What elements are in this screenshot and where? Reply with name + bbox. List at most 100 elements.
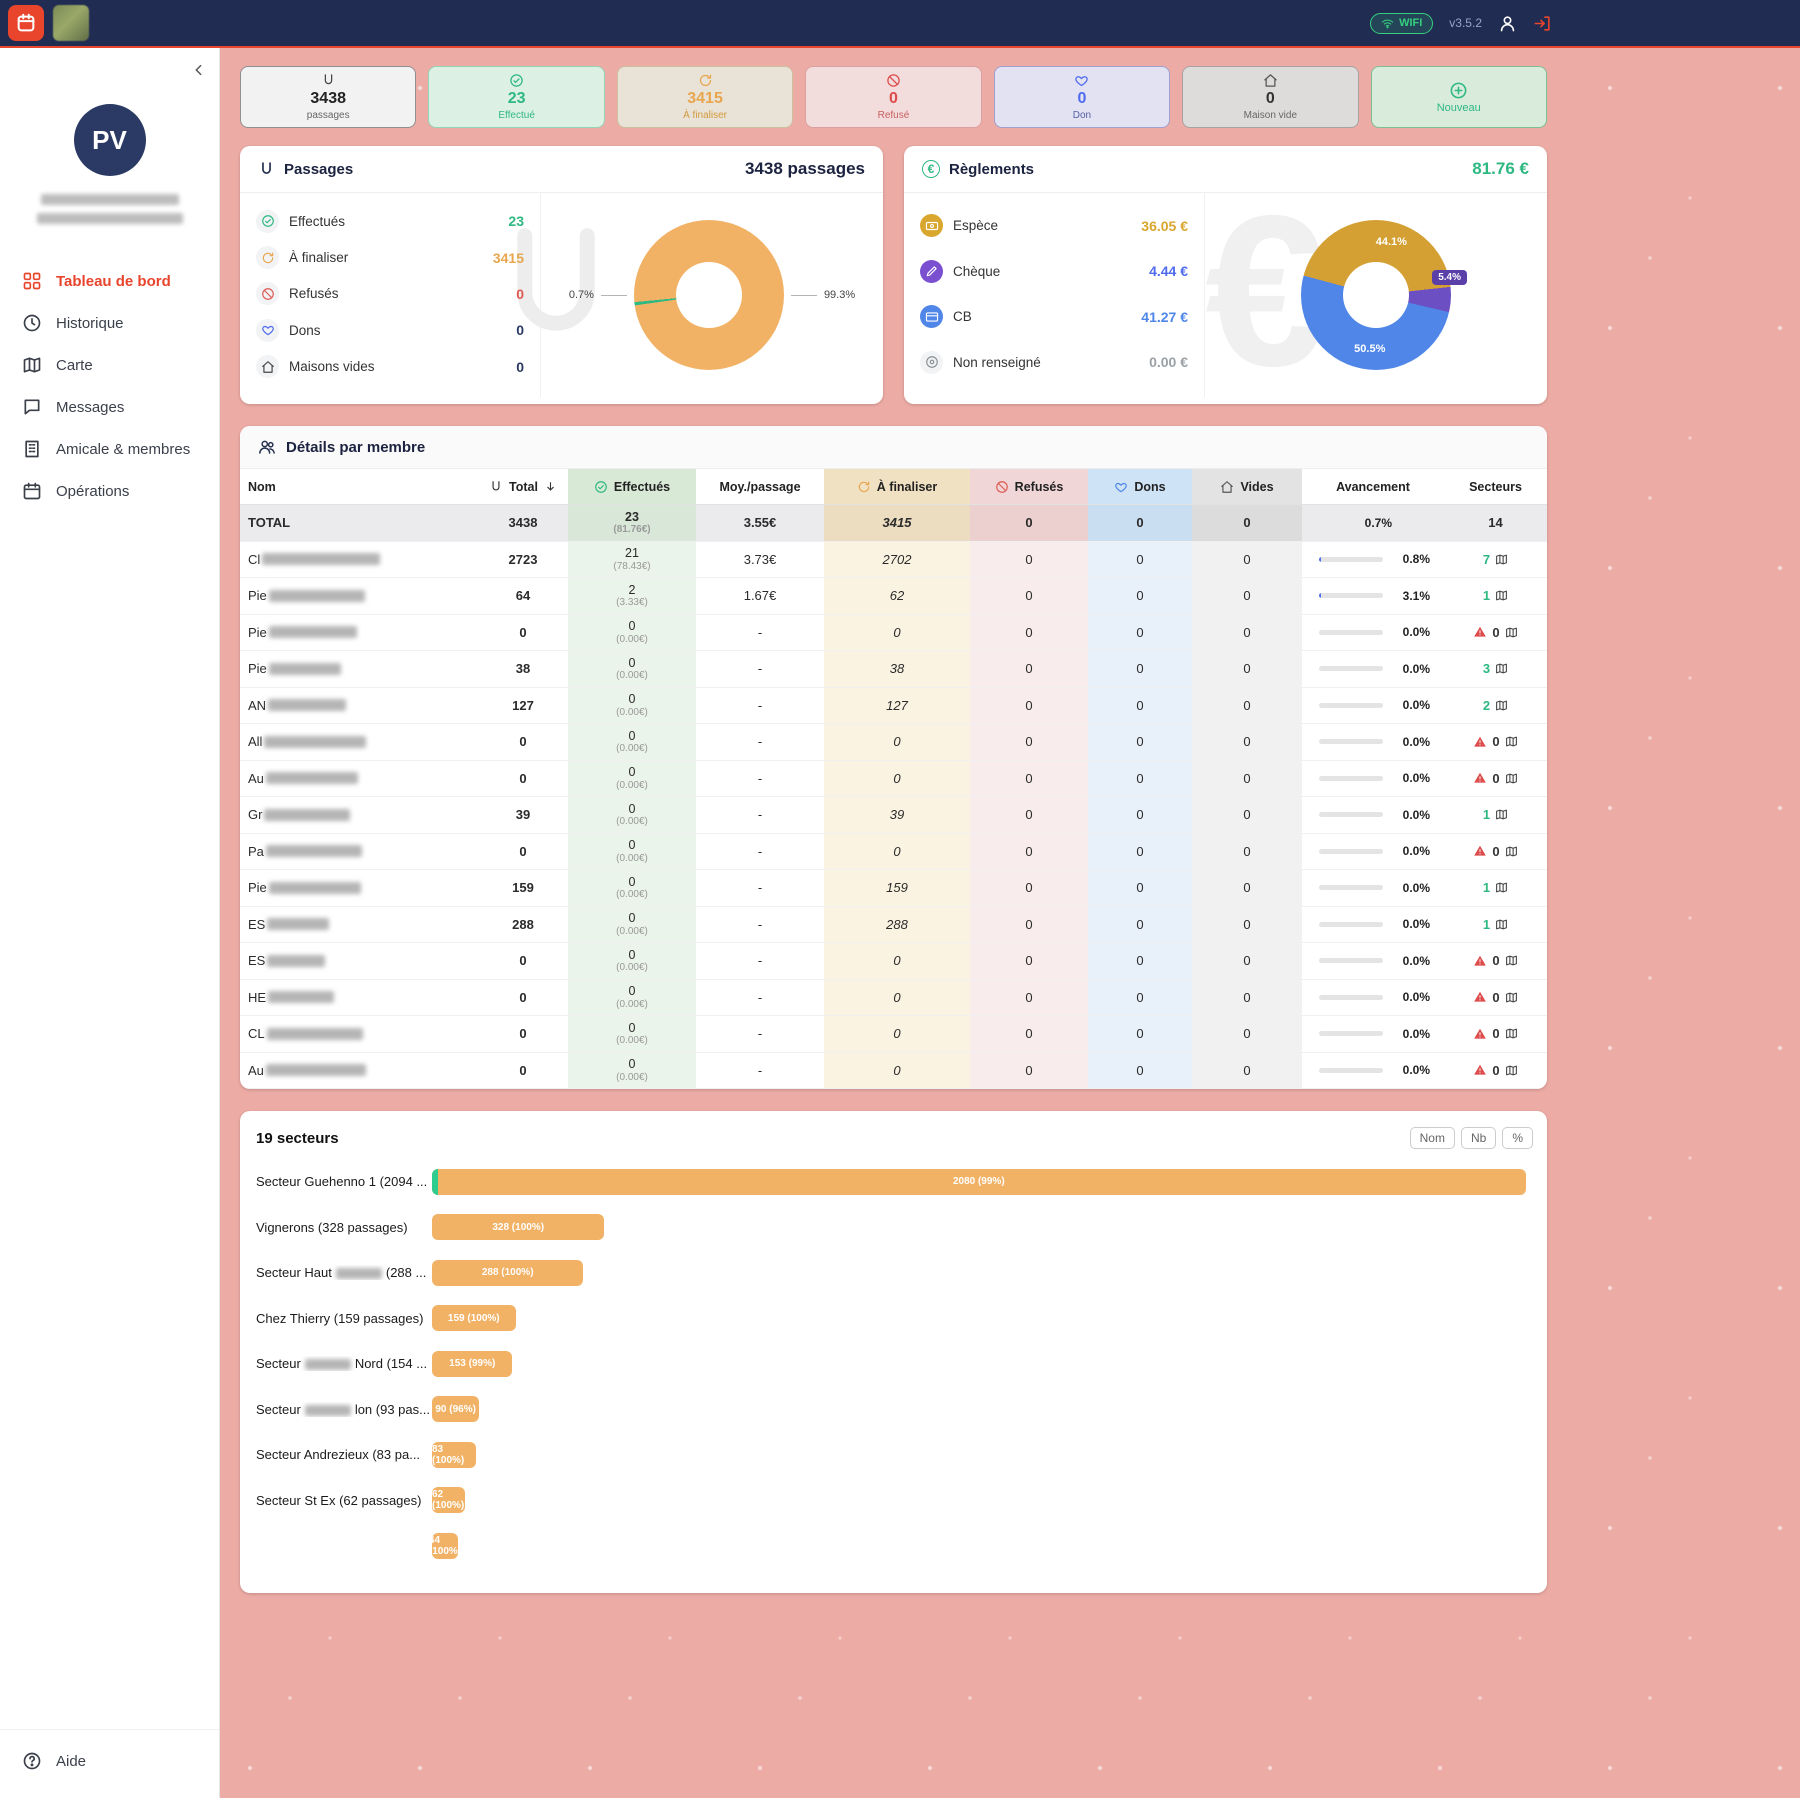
table-row[interactable]: CL00(0.00€)-00000.0%0 bbox=[240, 1016, 1547, 1053]
stat-card-maison-vide[interactable]: 0Maison vide bbox=[1182, 66, 1358, 128]
stat-card-don[interactable]: 0Don bbox=[994, 66, 1170, 128]
stat-card-refuse[interactable]: 0Refusé bbox=[805, 66, 981, 128]
stat-value: 23 bbox=[508, 213, 524, 229]
progress-percent: 0.7% bbox=[1354, 516, 1392, 530]
secteurs-sort-nb-button[interactable]: Nb bbox=[1461, 1127, 1496, 1149]
sector-bar[interactable]: 288 (100%) bbox=[432, 1260, 583, 1286]
table-row[interactable]: Au00(0.00€)-00000.0%0 bbox=[240, 761, 1547, 798]
table-row[interactable]: AN1270(0.00€)-1270000.0%2 bbox=[240, 688, 1547, 725]
passages-row-refuses: Refusés0 bbox=[256, 282, 540, 305]
stat-card-value: 3438 bbox=[310, 90, 346, 108]
sidebar-item-historique[interactable]: Historique bbox=[0, 302, 219, 344]
sector-bar[interactable]: 2080 (99%) bbox=[432, 1169, 1526, 1195]
col-header-secteurs[interactable]: Secteurs bbox=[1444, 469, 1547, 504]
wifi-status-badge[interactable]: WIFI bbox=[1370, 13, 1433, 34]
progress-percent: 0.0% bbox=[1392, 771, 1430, 785]
table-row[interactable]: All00(0.00€)-00000.0%0 bbox=[240, 724, 1547, 761]
cell-total: 127 bbox=[478, 688, 568, 724]
stat-card-nouveau[interactable]: Nouveau bbox=[1371, 66, 1547, 128]
sector-bar[interactable]: 44 (100%) bbox=[432, 1533, 458, 1559]
table-row[interactable]: HE00(0.00€)-00000.0%0 bbox=[240, 980, 1547, 1017]
col-header-vides[interactable]: Vides bbox=[1192, 469, 1302, 504]
donut-left-label: 0.7% bbox=[569, 289, 594, 301]
passages-title: Passages bbox=[284, 161, 353, 178]
user-icon[interactable] bbox=[1498, 14, 1517, 33]
table-row[interactable]: ES2880(0.00€)-2880000.0%1 bbox=[240, 907, 1547, 944]
table-row[interactable]: Gr390(0.00€)-390000.0%1 bbox=[240, 797, 1547, 834]
donut-label-espece: 44.1% bbox=[1376, 236, 1407, 248]
sector-bar[interactable]: 159 (100%) bbox=[432, 1305, 516, 1331]
secteurs-sort-nom-button[interactable]: Nom bbox=[1410, 1127, 1455, 1149]
avatar: PV bbox=[74, 104, 146, 176]
member-name-redacted bbox=[262, 553, 380, 565]
col-header-refuses[interactable]: Refusés bbox=[970, 469, 1088, 504]
sidebar-item-aide[interactable]: Aide bbox=[0, 1740, 219, 1782]
col-header-nom[interactable]: Nom bbox=[240, 469, 478, 504]
cell-vides: 0 bbox=[1192, 688, 1302, 724]
cell-effectues: 0(0.00€) bbox=[568, 651, 696, 687]
refresh-icon bbox=[261, 251, 275, 265]
logout-icon[interactable] bbox=[1533, 14, 1552, 33]
table-row[interactable]: Pie642(3.33€)1.67€620003.1%1 bbox=[240, 578, 1547, 615]
cell-dons: 0 bbox=[1088, 651, 1192, 687]
progress-track bbox=[1319, 703, 1383, 708]
table-total-row[interactable]: TOTAL343823(81.76€)3.55€34150000.7%14 bbox=[240, 505, 1547, 542]
col-header-total[interactable]: Total bbox=[478, 469, 568, 504]
col-header-label: Nom bbox=[248, 480, 276, 494]
progress-percent: 0.8% bbox=[1392, 552, 1430, 566]
progress-track bbox=[1319, 1031, 1383, 1036]
table-row[interactable]: Pie00(0.00€)-00000.0%0 bbox=[240, 615, 1547, 652]
cell-refuses: 0 bbox=[970, 907, 1088, 943]
cell-moyenne: 3.55€ bbox=[696, 505, 824, 541]
sector-bar[interactable]: 83 (100%) bbox=[432, 1442, 476, 1468]
stat-value: 4.44 € bbox=[1149, 263, 1188, 279]
sector-bar[interactable]: 153 (99%) bbox=[432, 1351, 512, 1377]
cell-total: 0 bbox=[478, 943, 568, 979]
org-photo[interactable] bbox=[53, 5, 89, 41]
cell-effectues: 0(0.00€) bbox=[568, 724, 696, 760]
member-name-redacted bbox=[268, 699, 346, 711]
map-icon bbox=[1495, 918, 1508, 931]
sidebar-item-operations[interactable]: Opérations bbox=[0, 470, 219, 512]
member-name-prefix: CL bbox=[248, 1026, 265, 1041]
cell-refuses: 0 bbox=[970, 797, 1088, 833]
table-row[interactable]: Cl272321(78.43€)3.73€27020000.8%7 bbox=[240, 542, 1547, 579]
progress-percent: 0.0% bbox=[1392, 1063, 1430, 1077]
cell-total: 2723 bbox=[478, 542, 568, 578]
passages-donut-chart[interactable] bbox=[634, 220, 784, 370]
stat-card-effectue[interactable]: 23Effectué bbox=[428, 66, 604, 128]
sidebar-item-amicale-membres[interactable]: Amicale & membres bbox=[0, 428, 219, 470]
stat-card-label: À finaliser bbox=[683, 110, 727, 121]
col-header-finaliser[interactable]: À finaliser bbox=[824, 469, 970, 504]
sector-bar[interactable]: 328 (100%) bbox=[432, 1214, 604, 1240]
progress-track bbox=[1319, 739, 1383, 744]
table-row[interactable]: ES00(0.00€)-00000.0%0 bbox=[240, 943, 1547, 980]
cell-refuses: 0 bbox=[970, 834, 1088, 870]
app-logo-icon[interactable] bbox=[8, 5, 44, 41]
sector-bar[interactable]: 62 (100%) bbox=[432, 1487, 465, 1513]
col-header-effectues[interactable]: Effectués bbox=[568, 469, 696, 504]
cell-dons: 0 bbox=[1088, 834, 1192, 870]
sidebar-item-tableau-de-bord[interactable]: Tableau de bord bbox=[0, 260, 219, 302]
slash-icon bbox=[995, 480, 1009, 494]
sector-bar[interactable]: 90 (96%) bbox=[432, 1396, 479, 1422]
sidebar-item-carte[interactable]: Carte bbox=[0, 344, 219, 386]
stat-card-label: Effectué bbox=[498, 110, 535, 121]
col-header-avancement[interactable]: Avancement bbox=[1302, 469, 1444, 504]
sector-name-redacted bbox=[305, 1405, 351, 1416]
col-header-dons[interactable]: Dons bbox=[1088, 469, 1192, 504]
table-header-row: Nom TotalEffectuésMoy./passageÀ finaliser… bbox=[240, 469, 1547, 505]
stat-card-a-finaliser[interactable]: 3415À finaliser bbox=[617, 66, 793, 128]
sidebar-collapse-icon[interactable] bbox=[191, 62, 207, 83]
stat-card-passages[interactable]: 3438passages bbox=[240, 66, 416, 128]
col-header-moy[interactable]: Moy./passage bbox=[696, 469, 824, 504]
cell-dons: 0 bbox=[1088, 943, 1192, 979]
table-row[interactable]: Au00(0.00€)-00000.0%0 bbox=[240, 1053, 1547, 1090]
table-row[interactable]: Pie380(0.00€)-380000.0%3 bbox=[240, 651, 1547, 688]
table-row[interactable]: Pie1590(0.00€)-1590000.0%1 bbox=[240, 870, 1547, 907]
table-row[interactable]: Pa00(0.00€)-00000.0%0 bbox=[240, 834, 1547, 871]
secteurs-sort-item-button[interactable]: % bbox=[1502, 1127, 1533, 1149]
sidebar-item-messages[interactable]: Messages bbox=[0, 386, 219, 428]
sort-desc-icon[interactable] bbox=[544, 480, 557, 493]
progress-track bbox=[1319, 666, 1383, 671]
